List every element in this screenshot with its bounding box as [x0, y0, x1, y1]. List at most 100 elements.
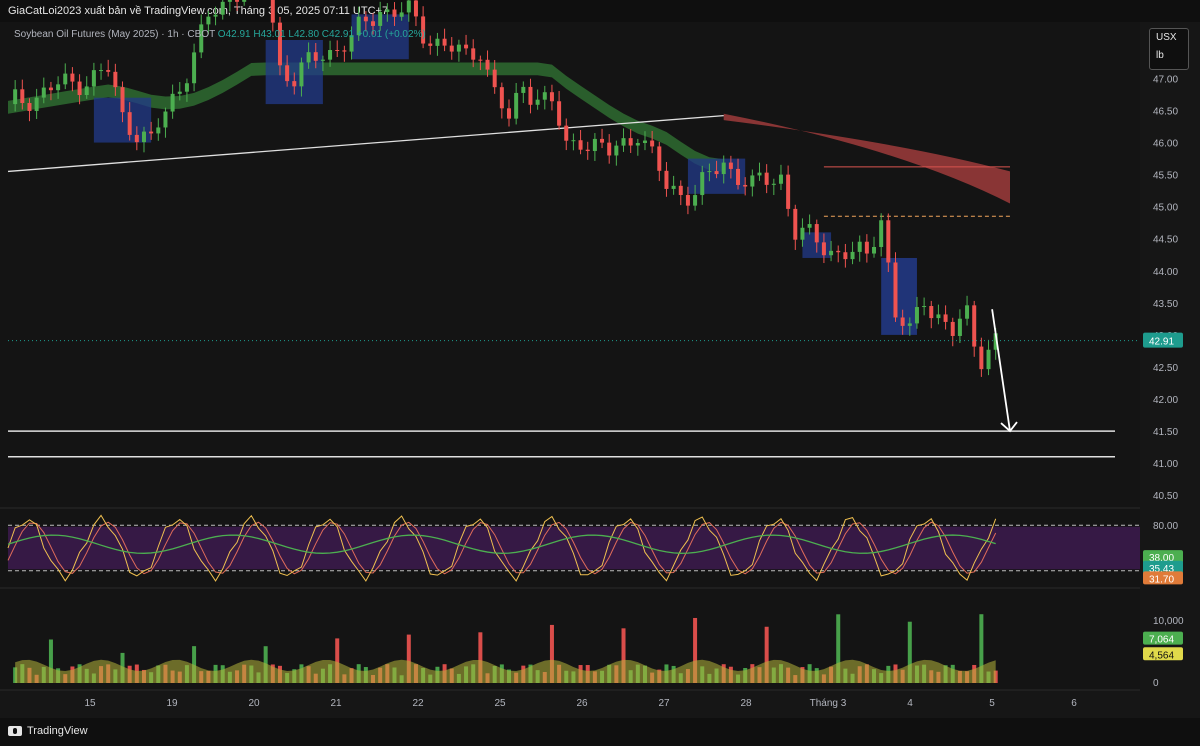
candle-body	[778, 174, 783, 184]
change-value: +0.01 (+0.02%)	[356, 29, 426, 40]
close-value: C42.91	[321, 29, 355, 40]
time-tick-label: 27	[658, 698, 670, 709]
candle-body	[392, 9, 397, 17]
tradingview-brand: TradingView	[27, 725, 88, 737]
open-value: O42.91	[217, 29, 251, 40]
time-tick-label: 20	[248, 698, 260, 709]
candle-body	[456, 44, 461, 52]
price-tick-label: 44.50	[1153, 235, 1178, 246]
candle-body	[814, 224, 819, 243]
candle-body	[84, 86, 89, 96]
candle-body	[879, 220, 884, 247]
price-tick-label: 45.50	[1153, 171, 1178, 182]
unit-label: lb	[1156, 50, 1164, 61]
candle-body	[907, 323, 912, 326]
volume-tick-label: 10,000	[1153, 616, 1184, 627]
candle-body	[149, 131, 154, 134]
candle-body	[270, 0, 275, 23]
candle-body	[299, 62, 304, 87]
candle-body	[671, 185, 676, 189]
candle-body	[843, 252, 848, 260]
candle-body	[213, 14, 218, 17]
candle-body	[134, 134, 139, 143]
candle-body	[836, 250, 841, 253]
candle-body	[285, 65, 290, 82]
candle-body	[120, 87, 125, 113]
candle-body	[342, 50, 347, 52]
candle-body	[507, 108, 511, 119]
candle-body	[929, 306, 934, 319]
candle-body	[549, 92, 554, 102]
candle-body	[335, 50, 340, 52]
candle-body	[406, 0, 411, 13]
candle-body	[306, 52, 311, 63]
candle-body	[557, 101, 562, 126]
candle-body	[242, 0, 247, 2]
candle-body	[678, 185, 683, 196]
candle-body	[757, 172, 762, 176]
candle-body	[578, 140, 583, 150]
tradingview-logo[interactable]: TradingView	[8, 725, 88, 737]
candle-body	[227, 0, 232, 2]
candle-body	[399, 12, 404, 17]
candle-body	[220, 1, 225, 15]
candle-body	[786, 174, 791, 209]
candle-body	[99, 70, 104, 72]
oscillator-tick-label: 80.00	[1153, 521, 1178, 532]
candle-body	[621, 138, 626, 146]
time-tick-label: 21	[330, 698, 342, 709]
candle-body	[714, 171, 719, 175]
candle-body	[163, 111, 168, 128]
volume-value-label: 4,564	[1149, 650, 1174, 661]
candle-body	[378, 11, 383, 26]
candle-body	[771, 183, 776, 185]
candle-body	[292, 81, 297, 87]
candle-body	[872, 246, 877, 254]
candle-body	[442, 38, 447, 46]
candle-body	[328, 50, 333, 60]
candle-body	[48, 87, 53, 91]
candle-body	[936, 314, 941, 319]
candle-body	[864, 241, 869, 254]
candle-body	[585, 149, 590, 152]
candle-body	[542, 92, 547, 100]
candle-body	[685, 195, 690, 206]
candle-body	[192, 52, 197, 84]
candle-body	[177, 91, 182, 94]
candle-body	[693, 195, 698, 206]
candle-body	[13, 89, 18, 105]
time-tick-label: 22	[412, 698, 424, 709]
candle-body	[943, 314, 948, 322]
time-tick-label: 15	[84, 698, 96, 709]
candle-body	[700, 172, 705, 196]
price-tick-label: 40.50	[1153, 491, 1178, 502]
high-value: H43.01	[253, 29, 286, 40]
candle-body	[77, 81, 82, 96]
candle-body	[800, 227, 805, 240]
symbol-legend[interactable]: Soybean Oil Futures (May 2025) · 1h · CB…	[14, 29, 426, 40]
candle-body	[492, 69, 497, 88]
unit-selector[interactable]: USX lb	[1149, 28, 1189, 70]
candle-body	[893, 262, 898, 318]
candle-body	[363, 16, 368, 22]
candle-body	[857, 241, 862, 252]
price-tick-label: 43.50	[1153, 299, 1178, 310]
demand-zone	[265, 40, 323, 105]
candle-body	[20, 89, 25, 104]
candle-body	[206, 16, 211, 25]
price-tick-label: 46.00	[1153, 139, 1178, 150]
candle-body	[91, 70, 96, 87]
candle-body	[986, 349, 991, 370]
candle-body	[535, 99, 540, 105]
candle-body	[428, 43, 433, 46]
price-tick-label: 41.50	[1153, 427, 1178, 438]
time-tick-label: Tháng 3	[810, 698, 847, 709]
oscillator-value-label: 31.70	[1149, 574, 1174, 585]
volume-tick-label: 0	[1153, 678, 1159, 689]
candle-body	[449, 45, 454, 52]
price-chart[interactable]: 47.00 46.50 46.00 45.50 45.00 44.50 44.00 43.50…	[0, 0, 1200, 746]
candle-body	[514, 92, 519, 119]
symbol-name[interactable]: Soybean Oil Futures (May 2025) · 1h · CB…	[14, 29, 215, 40]
price-tick-label: 46.50	[1153, 107, 1178, 118]
last-price-label: 42.91	[1149, 337, 1174, 348]
